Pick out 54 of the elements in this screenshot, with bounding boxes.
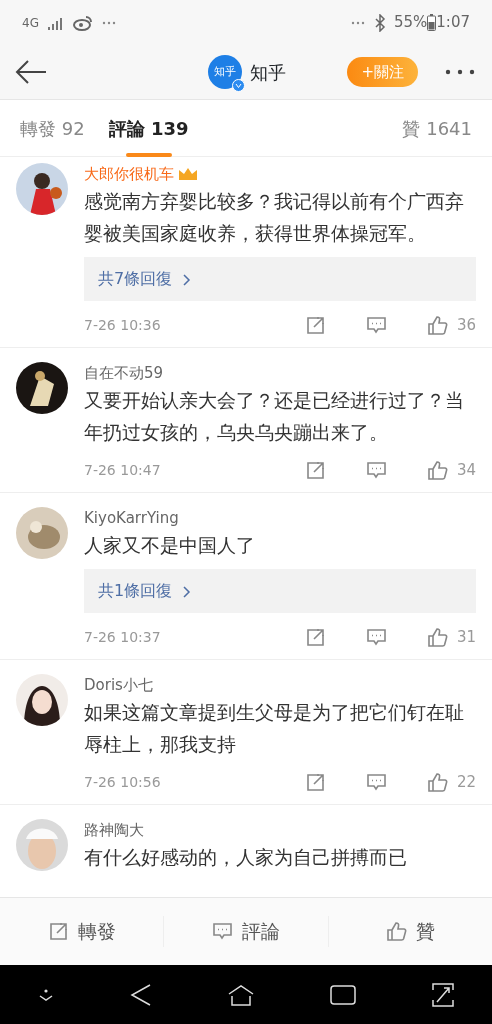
like-count: 31 [456, 626, 476, 648]
like-icon[interactable] [426, 459, 449, 481]
comment-icon [212, 921, 234, 942]
comment-icon[interactable] [365, 460, 387, 480]
account-name: 知乎 [250, 60, 286, 85]
recents-icon[interactable] [329, 983, 356, 1006]
back-icon[interactable] [130, 982, 153, 1007]
like-icon[interactable] [426, 626, 449, 648]
username[interactable]: 路神陶大 [84, 819, 144, 841]
like-icon[interactable] [426, 314, 449, 336]
username[interactable]: Doris小七 [84, 674, 153, 696]
comment-text: 如果这篇文章提到生父母是为了把它们钉在耻辱柱上，那我支持 [84, 700, 465, 757]
comment-icon[interactable] [365, 772, 387, 792]
signal-icon [46, 15, 65, 30]
back-arrow-icon[interactable] [14, 60, 48, 84]
home-icon[interactable] [227, 983, 255, 1006]
share-icon[interactable] [304, 314, 326, 336]
comment-text: 又要开始认亲大会了？还是已经进行过了？当年扔过女孩的，乌央乌央蹦出来了。 [84, 388, 465, 445]
battery-percentage: 55% [393, 12, 428, 34]
like-icon [385, 921, 408, 942]
comment-icon[interactable] [365, 315, 387, 335]
comment-button[interactable]: 評論 [163, 916, 328, 947]
replies-link[interactable]: 共1條回復 [84, 569, 476, 613]
comment-time: 7-26 10:56 [84, 772, 161, 792]
like-count: 34 [456, 459, 476, 481]
comment-time: 7-26 10:37 [84, 627, 161, 647]
bluetooth-icon [373, 13, 386, 32]
crown-icon [178, 167, 198, 181]
logo: 知乎 [208, 55, 242, 89]
comment-time: 7-26 10:36 [84, 315, 161, 335]
replies-link[interactable]: 共7條回復 [84, 257, 476, 301]
share-icon [47, 921, 70, 942]
tab[interactable]: 評論 139 [108, 99, 189, 157]
tab[interactable]: 轉發 92 [20, 99, 85, 157]
tab[interactable]: 贊 1641 [402, 99, 472, 157]
share-button[interactable]: 轉發 [0, 916, 164, 947]
battery-icon [427, 14, 437, 31]
username[interactable]: KiyoKarrYing [84, 507, 179, 529]
like-count: 36 [456, 314, 476, 336]
share-icon[interactable] [304, 626, 326, 648]
comment-time: 7-26 10:47 [84, 460, 161, 480]
expand-icon[interactable] [430, 981, 455, 1008]
like-button[interactable]: 贊 [327, 916, 492, 947]
comment-text: 人家又不是中国人了 [84, 533, 256, 558]
comment-text: 感觉南方弃婴比较多？我记得以前有个广西弃婴被美国家庭收养，获得世界体操冠军。 [84, 189, 465, 246]
comment-icon[interactable] [365, 627, 387, 647]
like-count: 22 [456, 771, 476, 793]
comment-text: 有什么好感动的，人家为自己拼搏而已 [84, 845, 408, 870]
share-icon[interactable] [304, 771, 326, 793]
like-icon[interactable] [426, 771, 449, 793]
share-icon[interactable] [304, 459, 326, 481]
network-indicator: 4G [22, 14, 39, 32]
clock-time: 1:07 [436, 12, 470, 34]
username[interactable]: 自在不动59 [84, 362, 164, 384]
